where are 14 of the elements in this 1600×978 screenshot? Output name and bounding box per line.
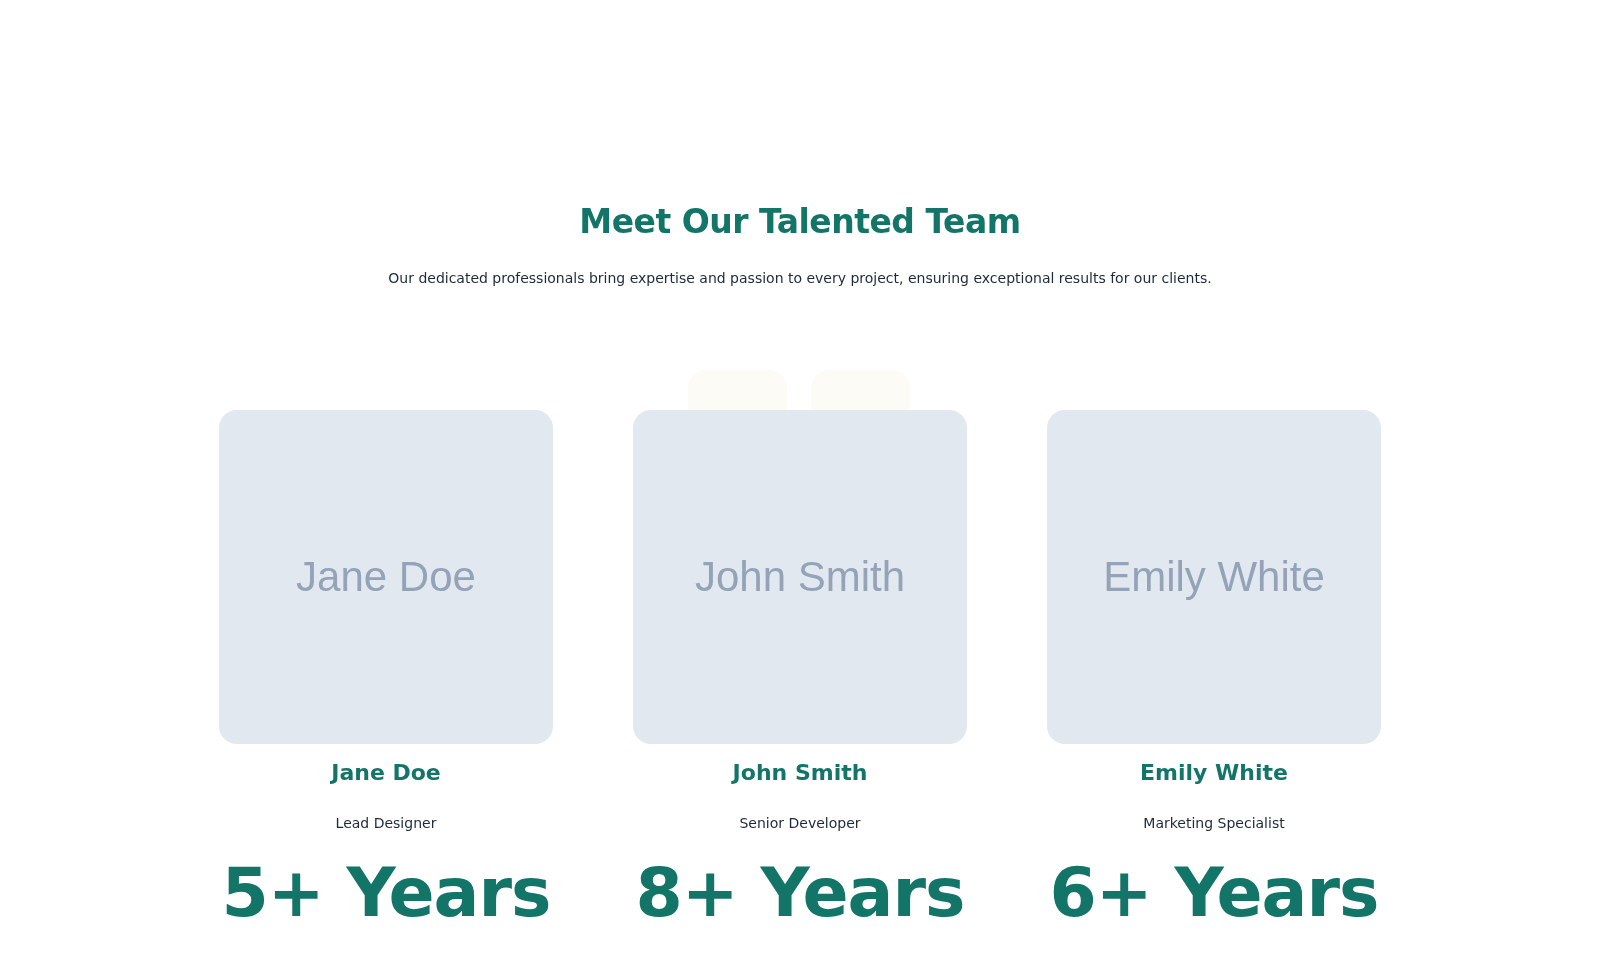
placeholder-label: Emily White xyxy=(1103,553,1325,601)
member-name: Emily White xyxy=(1140,760,1288,785)
section-title: Meet Our Talented Team xyxy=(578,201,1022,243)
member-name: John Smith xyxy=(732,760,868,785)
member-role: Marketing Specialist xyxy=(1143,815,1285,831)
experience-years: 6+ Years xyxy=(1049,853,1379,933)
member-role: Senior Developer xyxy=(739,815,861,831)
section-subtitle: Our dedicated professionals bring expertise and passion to every project, ensuring exceptional results for our clients. xyxy=(387,270,1213,286)
member-name: Jane Doe xyxy=(331,760,441,785)
placeholder-label: Jane Doe xyxy=(296,553,476,601)
member-role: Lead Designer xyxy=(335,815,437,831)
experience-years: 8+ Years xyxy=(635,853,965,933)
experience-years: 5+ Years xyxy=(221,853,551,933)
placeholder-label: John Smith xyxy=(694,553,906,601)
